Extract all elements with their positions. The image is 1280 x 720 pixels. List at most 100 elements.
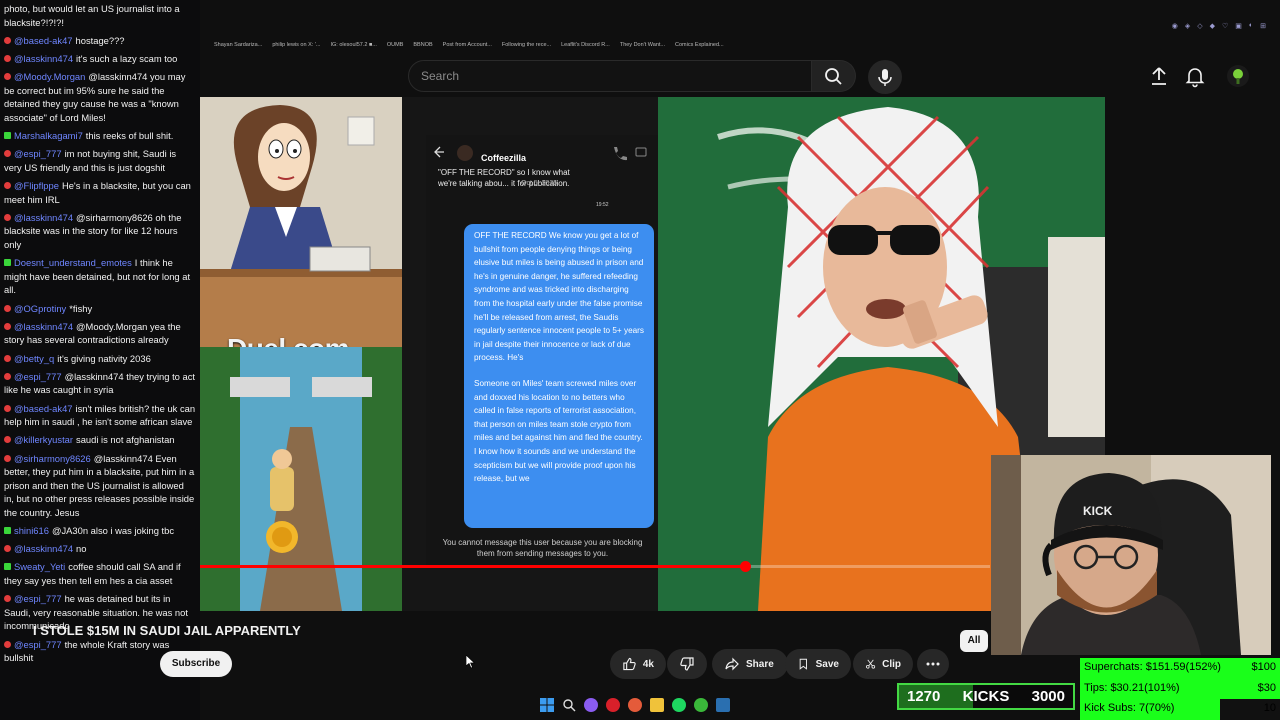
bookmark[interactable]: Post from Account...	[443, 42, 492, 48]
notifications-button[interactable]	[1183, 64, 1207, 88]
chat-username[interactable]: @espi_777	[14, 148, 62, 159]
chat-text: saudi is not afghanistan	[76, 434, 175, 446]
bookmark[interactable]: OUMB	[387, 42, 404, 48]
search-input[interactable]: Search	[421, 69, 459, 83]
progress-fill	[200, 565, 746, 568]
steam-icon[interactable]	[716, 698, 730, 712]
xbox-icon[interactable]	[694, 698, 708, 712]
kick-badge-icon	[4, 563, 11, 571]
chat-username[interactable]: @lasskinn474	[14, 53, 73, 64]
extension-icon[interactable]: ▣	[1235, 22, 1242, 30]
kicks-label: KICKS	[962, 688, 1010, 705]
voice-search-button[interactable]	[868, 60, 902, 94]
save-button[interactable]: Save	[785, 649, 851, 679]
phone-screenshot: Coffeezilla "OFF THE RECORD" so I know w…	[426, 135, 658, 567]
goal-name: Kick Subs:	[1084, 702, 1136, 715]
taskbar-search-icon[interactable]	[562, 698, 576, 712]
chat-username[interactable]: @espi_777	[14, 371, 62, 382]
youtube-badge-icon	[4, 54, 11, 62]
chat-username[interactable]: @lasskinn474	[14, 543, 73, 554]
spotify-icon[interactable]	[672, 698, 686, 712]
subscribe-button[interactable]: Subscribe	[160, 651, 232, 677]
search-button[interactable]	[812, 60, 856, 92]
video-progress-bar[interactable]	[200, 561, 990, 572]
bookmark-icon	[799, 658, 807, 670]
chat-username[interactable]: Marshalkagami7	[14, 130, 83, 141]
kick-badge-icon	[4, 259, 11, 267]
chat-message: @lasskinn474 @sirharmony8626 oh the black…	[4, 211, 196, 252]
goal-target: $30	[1257, 681, 1276, 694]
extension-icon[interactable]: ◈	[1185, 22, 1190, 30]
message-time: 19:52	[596, 202, 609, 208]
avatar-icon	[1227, 65, 1249, 87]
save-label: Save	[815, 658, 839, 670]
extension-icon[interactable]: ◐	[1249, 22, 1253, 30]
chat-username[interactable]: @espi_777	[14, 593, 62, 604]
clip-button[interactable]: Clip	[853, 649, 913, 679]
mouse-cursor-icon	[466, 655, 476, 669]
chat-username[interactable]: @Flipflppe	[14, 180, 59, 191]
chat-username[interactable]: @sirharmony8626	[14, 453, 91, 464]
extension-icon[interactable]: ◇	[1197, 22, 1202, 30]
bookmark[interactable]: Shayan Sardariza...	[214, 42, 262, 48]
goal-row: Superchats: $151.59(152%) $100	[1080, 658, 1280, 679]
bookmark[interactable]: Leaflit's Discord R...	[561, 42, 610, 48]
chat-username[interactable]: Sweaty_Yeti	[14, 561, 65, 572]
bookmark[interactable]: They Don't Want...	[620, 42, 665, 48]
goal-target: $100	[1251, 661, 1276, 673]
chat-username[interactable]: @lasskinn474	[14, 321, 73, 332]
bookmark[interactable]: BBNOB	[413, 42, 432, 48]
chat-username[interactable]: @killerkyustar	[14, 434, 73, 445]
avatar[interactable]	[1226, 64, 1250, 88]
chat-username[interactable]: @OGprotiny	[14, 303, 66, 314]
bookmark[interactable]: Comics Explained...	[675, 42, 724, 48]
message-bubble: OFF THE RECORD We know you get a lot of …	[464, 224, 654, 528]
video-player[interactable]: Duel.com Coffeezilla "OFF THE RECORD" so…	[200, 97, 1105, 611]
bookmark[interactable]: philip lewis on X: '...	[272, 42, 320, 48]
chat-username[interactable]: @based-ak47	[14, 35, 73, 46]
chat-username[interactable]: @betty_q	[14, 353, 54, 364]
chat-message: @OGprotiny *fishy	[4, 302, 196, 316]
bookmark[interactable]: Following the rece...	[502, 42, 551, 48]
more-icon	[926, 662, 940, 666]
discord-icon[interactable]	[584, 698, 598, 712]
live-chat-overlay: photo, but would let an US journalist in…	[0, 0, 200, 720]
upload-button[interactable]	[1147, 64, 1171, 88]
chat-username[interactable]: @lasskinn474	[14, 212, 73, 223]
chat-username[interactable]: shini616	[14, 525, 49, 536]
chat-username[interactable]: Doesnt_understand_emotes	[14, 257, 132, 268]
goal-value: $151.59(152%)	[1145, 661, 1221, 673]
windows-start-icon[interactable]	[540, 698, 554, 712]
more-actions-button[interactable]	[917, 649, 949, 679]
youtube-badge-icon	[4, 372, 11, 380]
chat-username[interactable]: @Moody.Morgan	[14, 71, 85, 82]
message-paragraph: OFF THE RECORD We know you get a lot of …	[474, 231, 645, 363]
chat-message: @based-ak47 isn't miles british? the uk c…	[4, 402, 196, 429]
share-button[interactable]: Share	[712, 649, 788, 679]
extension-icon[interactable]: ◆	[1210, 22, 1215, 30]
opera-icon[interactable]	[606, 698, 620, 712]
search-box[interactable]: Search	[408, 60, 812, 92]
extension-icons: ◉ ◈ ◇ ◆ ♡ ▣ ◐ ⊞	[1172, 22, 1266, 30]
extension-icon[interactable]: ♡	[1222, 22, 1228, 30]
folder-icon[interactable]	[650, 698, 664, 712]
youtube-badge-icon	[4, 404, 11, 412]
chat-username[interactable]: @based-ak47	[14, 403, 73, 414]
dislike-button[interactable]	[667, 649, 707, 679]
like-button[interactable]: 4k	[610, 649, 666, 679]
extension-icon[interactable]: ⊞	[1260, 22, 1266, 30]
kicks-current: 1270	[907, 688, 941, 705]
youtube-badge-icon	[4, 213, 11, 221]
extension-icon[interactable]: ◉	[1172, 22, 1178, 30]
chat-message: @Flipflppe He's in a blacksite, but you c…	[4, 179, 196, 206]
bookmark[interactable]: IG: olesoul57.2 ■...	[330, 42, 376, 48]
chat-message: @sirharmony8626 @lasskinn474 Even better,…	[4, 452, 196, 520]
chat-message: @based-ak47 hostage???	[4, 34, 196, 48]
youtube-badge-icon	[4, 436, 11, 444]
youtube-badge-icon	[4, 454, 11, 462]
goal-value: $30.21(101%)	[1110, 681, 1180, 694]
chat-username[interactable]: @espi_777	[14, 639, 62, 650]
svg-text:KICK: KICK	[1083, 504, 1113, 518]
filter-chip-all[interactable]: All	[960, 630, 988, 652]
chrome-icon[interactable]	[628, 698, 642, 712]
